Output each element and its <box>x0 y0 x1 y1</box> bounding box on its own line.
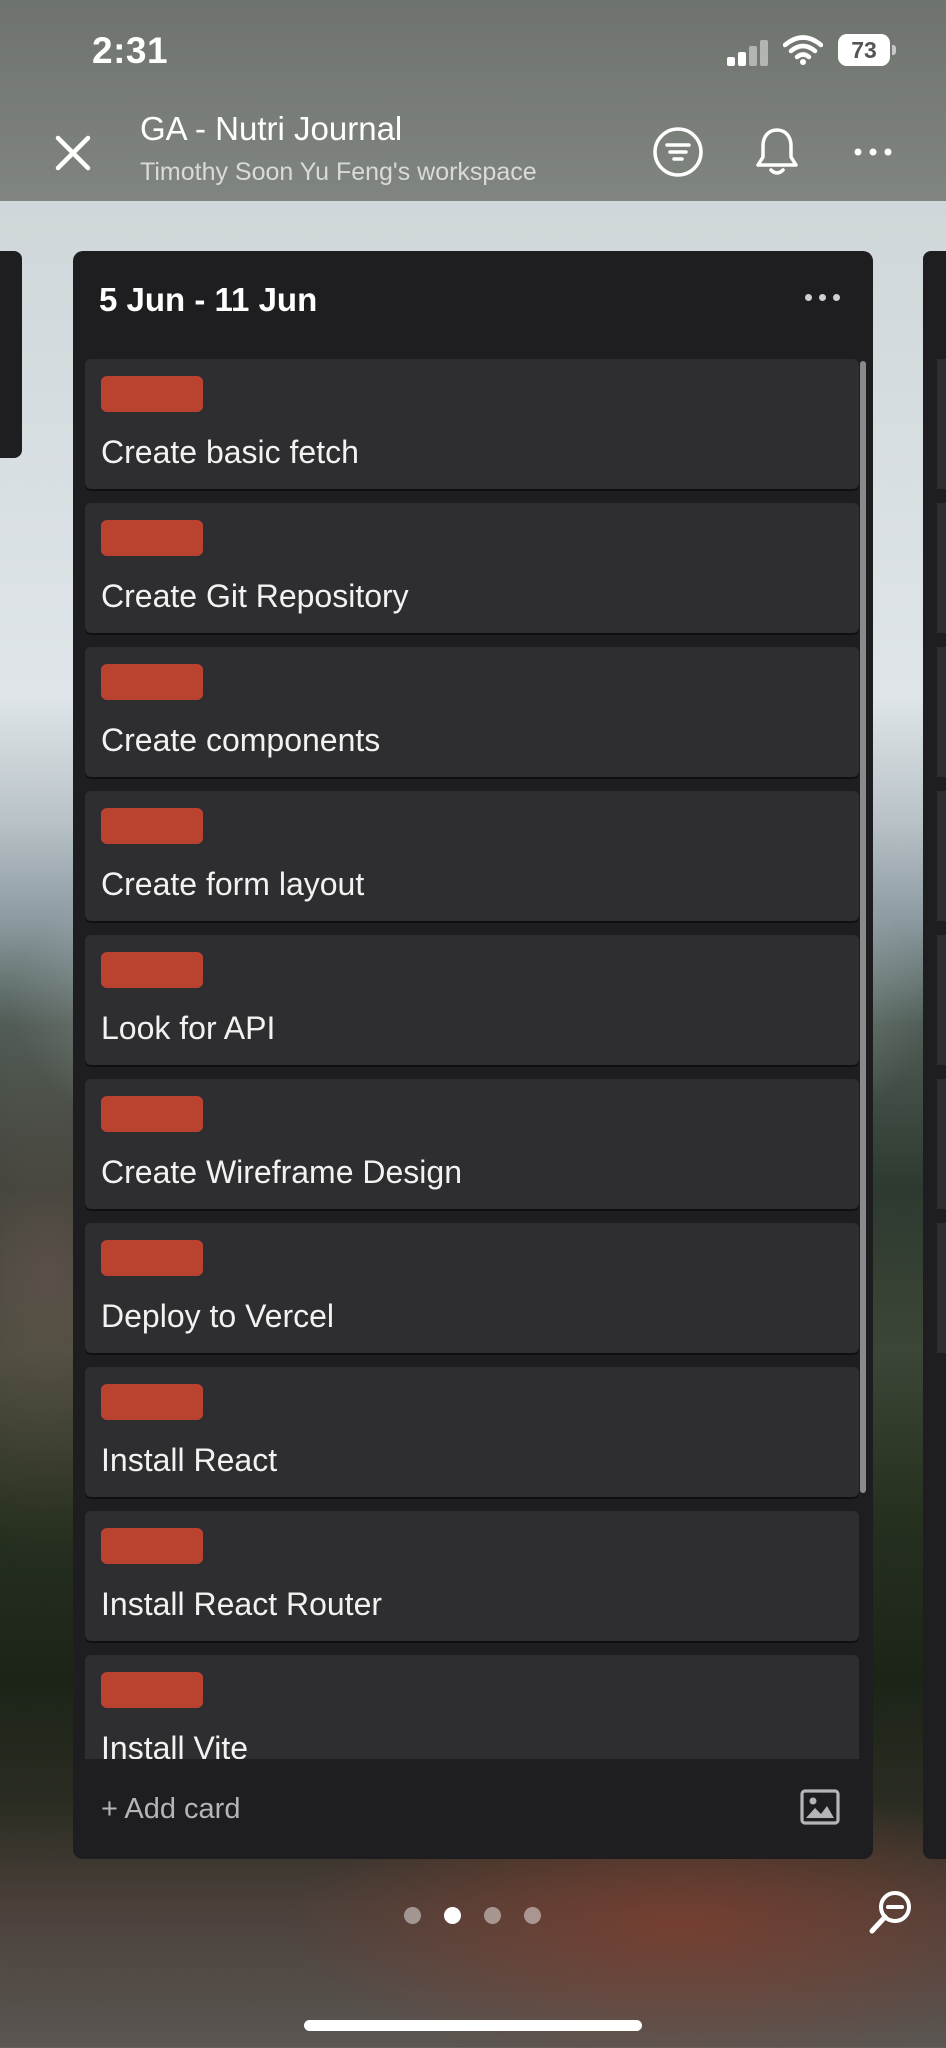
bell-icon <box>756 128 798 175</box>
close-button[interactable] <box>48 128 98 178</box>
page-dot[interactable] <box>404 1907 421 1924</box>
list-menu-button[interactable] <box>803 291 843 305</box>
card-title: Create basic fetch <box>101 434 359 470</box>
home-indicator[interactable] <box>304 2020 642 2031</box>
battery-level: 73 <box>838 34 890 66</box>
card-list[interactable]: Create basic fetch Create Git Repository… <box>85 359 859 1759</box>
card[interactable]: Look for API <box>85 935 859 1065</box>
card[interactable]: Create components <box>85 647 859 777</box>
header-bar: GA - Nutri Journal Timothy Soon Yu Feng'… <box>0 100 946 201</box>
status-bar: 2:31 73 <box>0 0 946 100</box>
card-label <box>101 1240 203 1276</box>
card-title: Create components <box>101 722 381 758</box>
image-icon <box>800 1789 840 1825</box>
card-label <box>101 1672 203 1708</box>
card-title: Create Wireframe Design <box>101 1154 462 1190</box>
card-label <box>101 664 203 700</box>
more-button[interactable] <box>845 124 901 180</box>
card[interactable]: Create form layout <box>85 791 859 921</box>
card-label <box>101 376 203 412</box>
battery-icon: 73 <box>838 34 896 66</box>
wifi-icon <box>782 34 824 66</box>
zoom-out-icon <box>869 1891 911 1934</box>
more-horizontal-icon <box>854 148 892 156</box>
card[interactable]: Create basic fetch <box>85 359 859 489</box>
card-title: Create Git Repository <box>101 578 409 614</box>
list-scrollbar[interactable] <box>860 361 866 1493</box>
card-label <box>101 952 203 988</box>
list-column: 5 Jun - 11 Jun Create basic fetch Create… <box>73 251 873 1859</box>
close-icon <box>55 135 91 171</box>
card-title: Install React <box>101 1442 278 1478</box>
card[interactable]: Create Wireframe Design <box>85 1079 859 1209</box>
status-time: 2:31 <box>92 30 169 71</box>
card-title: Install Vite <box>101 1730 249 1759</box>
card[interactable]: Deploy to Vercel <box>85 1223 859 1353</box>
card[interactable]: Install Vite <box>85 1655 859 1759</box>
page-dot[interactable] <box>484 1907 501 1924</box>
card-label <box>101 520 203 556</box>
card-label <box>101 1096 203 1132</box>
next-list[interactable] <box>923 251 946 1859</box>
card-title: Install React Router <box>101 1586 383 1622</box>
card[interactable]: Create Git Repository <box>85 503 859 633</box>
card-label <box>101 1528 203 1564</box>
card-title: Deploy to Vercel <box>101 1298 335 1334</box>
card-title: Look for API <box>101 1010 276 1046</box>
previous-list[interactable] <box>0 251 22 458</box>
list-title[interactable]: 5 Jun - 11 Jun <box>99 281 317 319</box>
page-indicator[interactable] <box>404 1907 544 1925</box>
add-image-card-button[interactable] <box>799 1786 841 1828</box>
cellular-signal-icon <box>727 40 769 66</box>
card-label <box>101 1384 203 1420</box>
card[interactable]: Install React <box>85 1367 859 1497</box>
card[interactable]: Install React Router <box>85 1511 859 1641</box>
add-card-button[interactable]: + Add card <box>101 1793 240 1826</box>
card-label <box>101 808 203 844</box>
page-dot-active[interactable] <box>444 1907 461 1924</box>
list-footer: + Add card <box>73 1759 873 1859</box>
notifications-button[interactable] <box>749 124 805 180</box>
filter-button[interactable] <box>650 124 706 180</box>
card-title: Create form layout <box>101 866 365 902</box>
workspace-name: Timothy Soon Yu Feng's workspace <box>140 158 537 186</box>
page-dot[interactable] <box>524 1907 541 1924</box>
filter-icon <box>653 127 703 177</box>
board-title: GA - Nutri Journal <box>140 110 403 147</box>
zoom-out-button[interactable] <box>867 1888 915 1936</box>
